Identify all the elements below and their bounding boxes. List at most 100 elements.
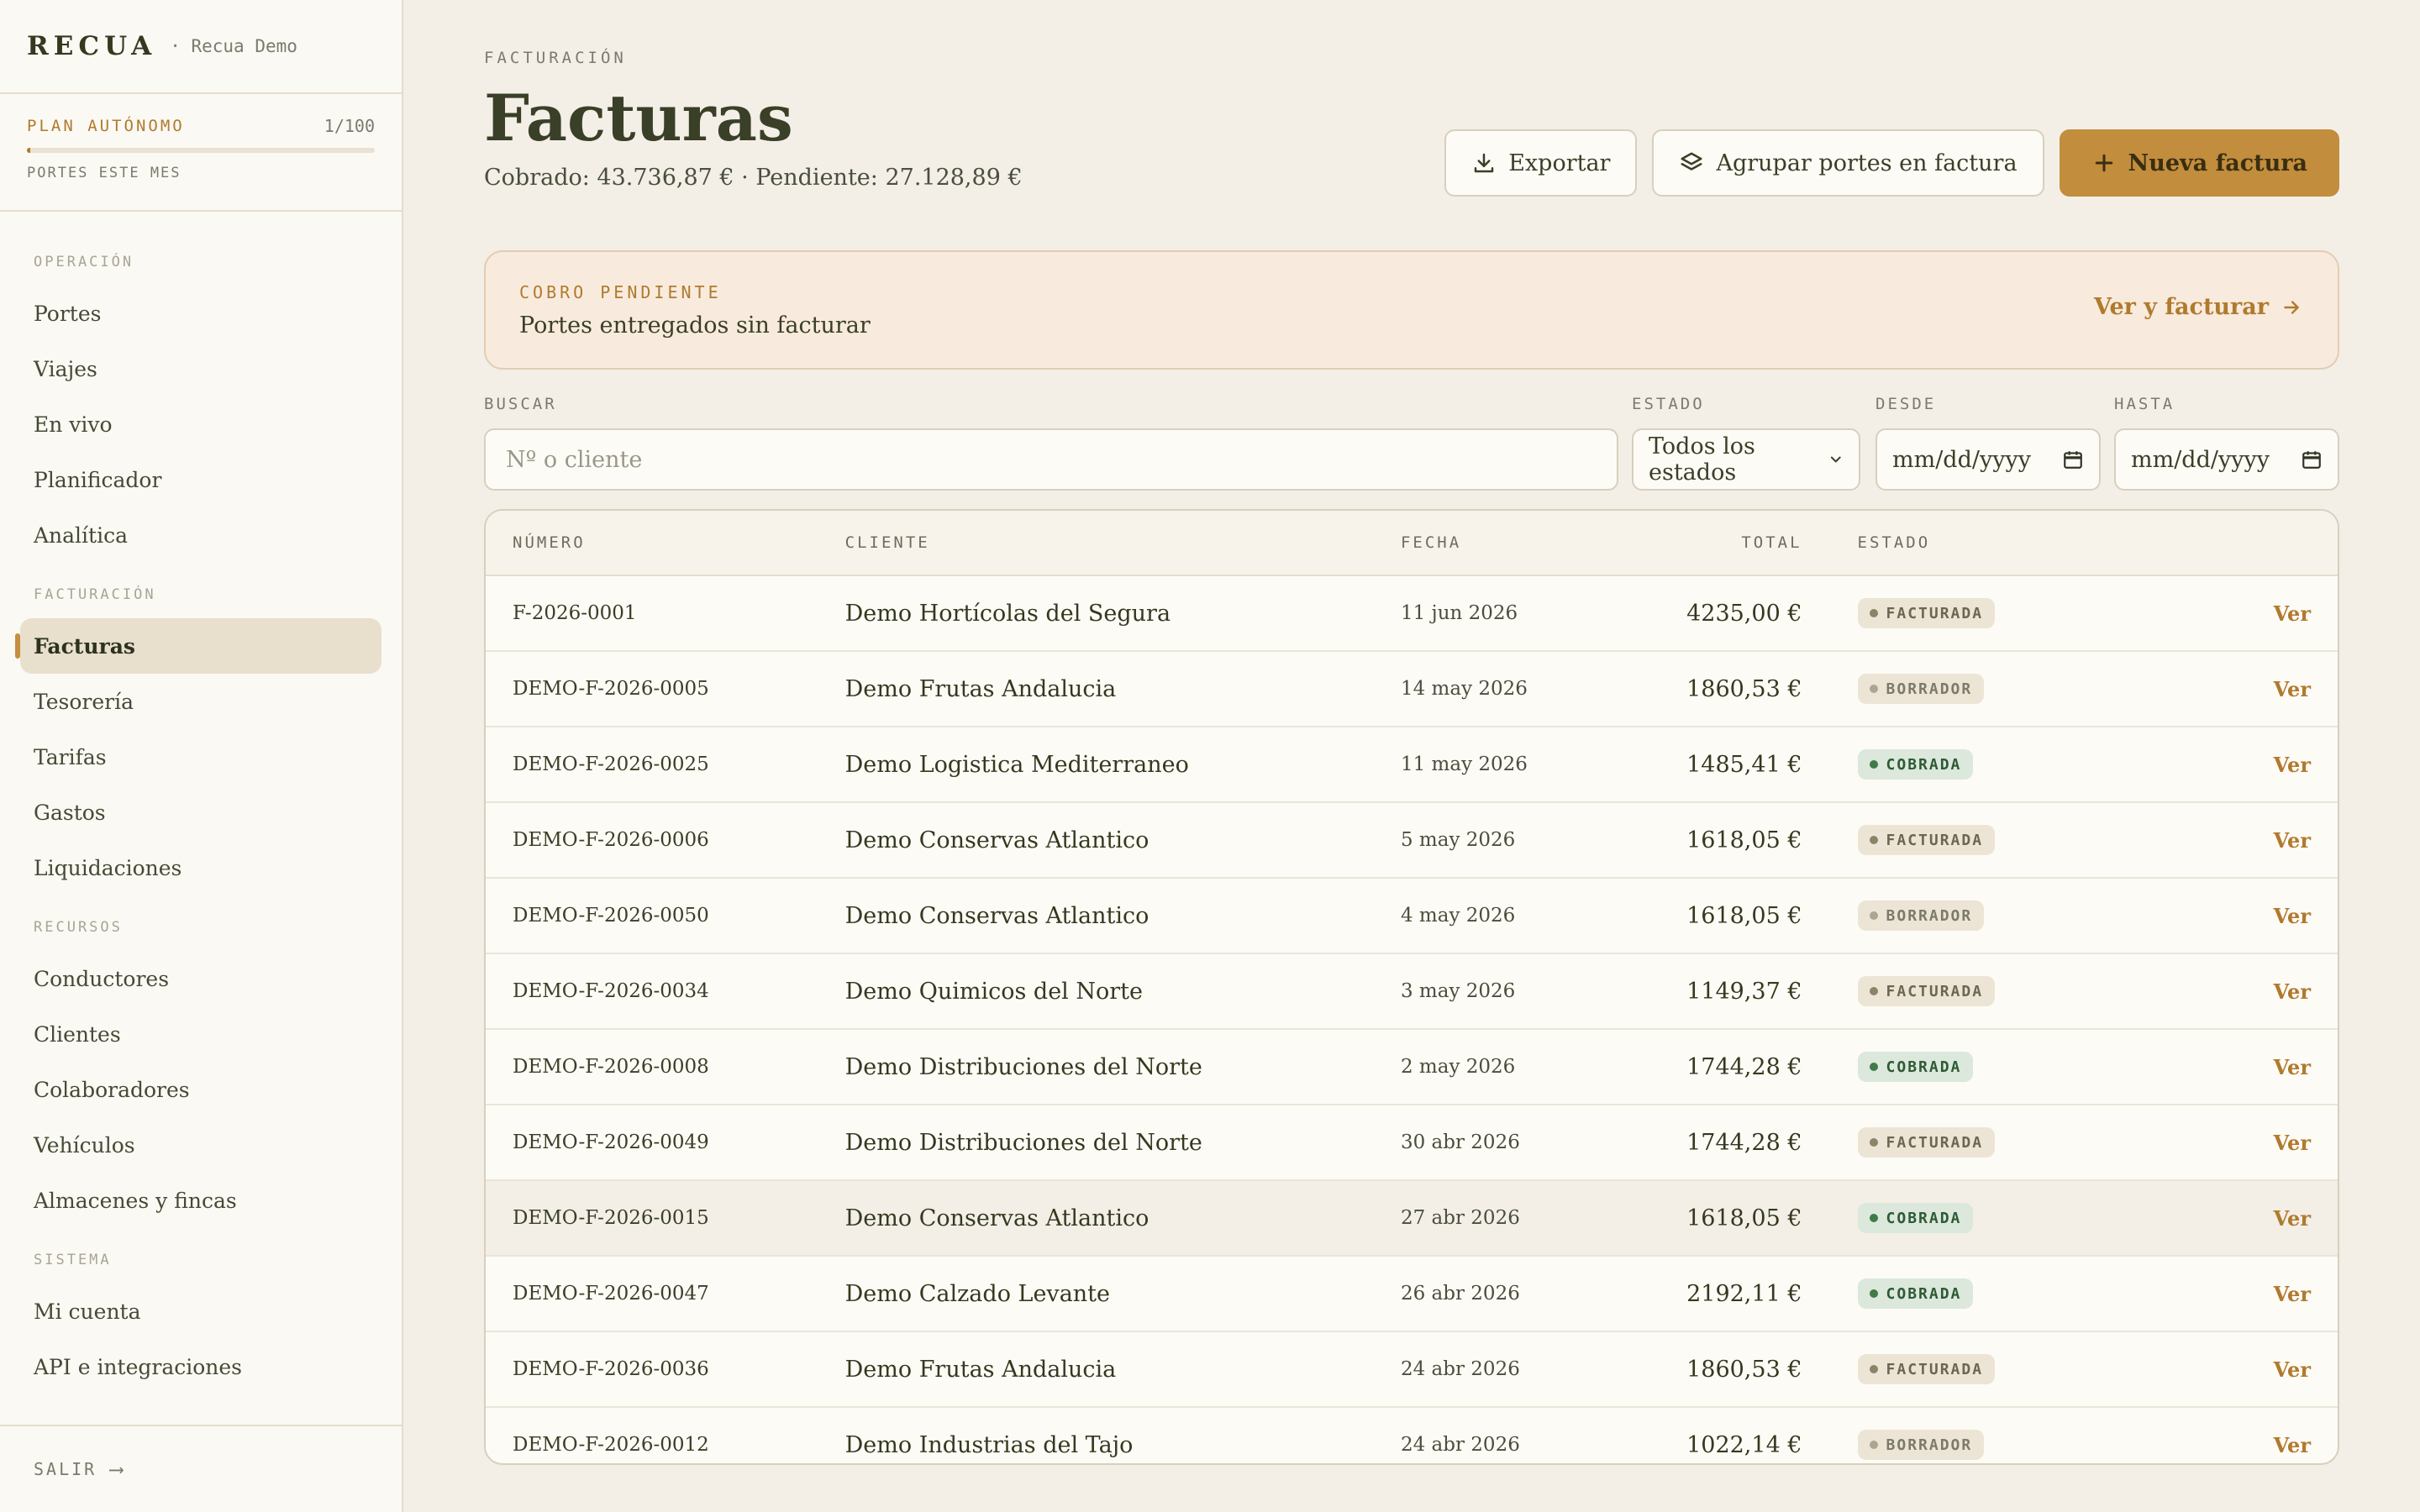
calendar-icon[interactable] [2062,449,2084,470]
status-dot-icon [1869,760,1878,769]
sidebar-item-viajes[interactable]: Viajes [0,341,402,396]
toolbar: Exportar Agrupar portes en factura Nueva… [1444,129,2339,197]
view-invoice-link[interactable]: Ver [2153,1055,2338,1079]
invoice-client: Demo Conservas Atlantico [844,902,1150,929]
invoice-number: DEMO-F-2026-0015 [513,1207,709,1229]
plan-usage: PLAN AUTÓNOMO 1/100 PORTES ESTE MES [0,94,402,212]
table-row[interactable]: DEMO-F-2026-0006 Demo Conservas Atlantic… [486,803,2338,879]
invoice-date: 2 may 2026 [1400,1056,1516,1078]
sidebar-item-api-e-integraciones[interactable]: API e integraciones [0,1339,402,1394]
to-date-input[interactable]: mm/dd/yyyy [2114,428,2339,491]
sidebar-item-liquidaciones[interactable]: Liquidaciones [0,840,402,895]
view-and-invoice-link[interactable]: Ver y facturar [2094,294,2302,320]
column-header-status[interactable]: ESTADO [1802,533,2154,552]
invoice-total: 1744,28 € [1686,1053,1802,1080]
status-dot-icon [1869,1214,1878,1222]
view-invoice-link[interactable]: Ver [2153,753,2338,777]
invoice-status-cell: FACTURADA [1802,1354,2154,1384]
view-invoice-link[interactable]: Ver [2153,1357,2338,1382]
status-badge-label: BORRADOR [1886,680,1973,698]
sidebar-item-conductores[interactable]: Conductores [0,951,402,1006]
to-date-label: HASTA [2114,395,2175,413]
export-button[interactable]: Exportar [1444,129,1638,197]
table-row[interactable]: DEMO-F-2026-0012 Demo Industrias del Taj… [486,1408,2338,1463]
table-row[interactable]: DEMO-F-2026-0015 Demo Conservas Atlantic… [486,1181,2338,1257]
sidebar-item-portes[interactable]: Portes [0,286,402,341]
payment-summary: Cobrado: 43.736,87 € · Pendiente: 27.128… [484,165,1023,191]
search-input[interactable]: Nº o cliente [484,428,1618,491]
status-dot-icon [1869,987,1878,995]
invoice-date: 24 abr 2026 [1400,1434,1520,1456]
sidebar-item-en-vivo[interactable]: En vivo [0,396,402,452]
column-header-number[interactable]: NÚMERO [486,533,845,552]
column-header-total[interactable]: TOTAL [1628,533,1802,552]
sidebar-item-analitica[interactable]: Analítica [0,507,402,563]
view-invoice-link[interactable]: Ver [2153,1131,2338,1155]
invoice-number: DEMO-F-2026-0036 [513,1358,709,1380]
plan-progress-bar [27,148,375,153]
status-dot-icon [1869,911,1878,920]
group-shipments-button[interactable]: Agrupar portes en factura [1652,129,2044,197]
invoice-status-cell: FACTURADA [1802,825,2154,855]
invoice-client: Demo Calzado Levante [844,1280,1111,1307]
table-row[interactable]: DEMO-F-2026-0049 Demo Distribuciones del… [486,1105,2338,1181]
invoice-number: DEMO-F-2026-0005 [513,678,709,700]
download-icon [1474,153,1494,173]
group-shipments-label: Agrupar portes en factura [1716,150,2018,176]
view-invoice-link[interactable]: Ver [2153,601,2338,626]
invoice-date: 24 abr 2026 [1400,1358,1520,1380]
sidebar-item-almacenes-y-fincas[interactable]: Almacenes y fincas [0,1173,402,1228]
to-date-value: mm/dd/yyyy [2131,446,2270,473]
sidebar-item-gastos[interactable]: Gastos [0,785,402,840]
view-invoice-link[interactable]: Ver [2153,1282,2338,1306]
column-header-date[interactable]: FECHA [1401,533,1628,552]
invoice-date: 30 abr 2026 [1400,1131,1520,1153]
table-row[interactable]: DEMO-F-2026-0034 Demo Quimicos del Norte… [486,954,2338,1030]
page-title: Facturas [484,81,793,155]
view-invoice-link[interactable]: Ver [2153,904,2338,928]
logout-label: SALIR [34,1459,97,1479]
sidebar-item-vehiculos[interactable]: Vehículos [0,1117,402,1173]
from-date-value: mm/dd/yyyy [1892,446,2031,473]
invoice-date: 27 abr 2026 [1400,1207,1520,1229]
invoice-date: 11 may 2026 [1400,753,1528,775]
table-row[interactable]: DEMO-F-2026-0036 Demo Frutas Andalucia 2… [486,1332,2338,1408]
new-invoice-button[interactable]: Nueva factura [2059,129,2339,197]
sidebar-item-planificador[interactable]: Planificador [0,452,402,507]
table-row[interactable]: DEMO-F-2026-0050 Demo Conservas Atlantic… [486,879,2338,954]
table-row[interactable]: F-2026-0001 Demo Hortícolas del Segura 1… [486,576,2338,652]
logout-button[interactable]: SALIR ⟶ [0,1425,402,1512]
table-row[interactable]: DEMO-F-2026-0008 Demo Distribuciones del… [486,1030,2338,1105]
sidebar-item-clientes[interactable]: Clientes [0,1006,402,1062]
calendar-icon[interactable] [2301,449,2323,470]
status-badge: FACTURADA [1857,976,1996,1006]
view-invoice-link[interactable]: Ver [2153,677,2338,701]
brand-logo[interactable]: RECUA [27,31,156,61]
sidebar-item-facturas[interactable]: Facturas [15,618,381,674]
sidebar-item-colaboradores[interactable]: Colaboradores [0,1062,402,1117]
sidebar-item-tesoreria[interactable]: Tesorería [0,674,402,729]
status-dot-icon [1869,836,1878,844]
status-dot-icon [1869,1063,1878,1071]
status-badge: COBRADA [1857,749,1974,780]
view-invoice-link[interactable]: Ver [2153,979,2338,1004]
view-invoice-link[interactable]: Ver [2153,1206,2338,1231]
status-badge: BORRADOR [1857,900,1985,931]
invoice-client: Demo Industrias del Tajo [844,1431,1134,1458]
status-badge: FACTURADA [1857,1127,1996,1158]
from-date-input[interactable]: mm/dd/yyyy [1876,428,2101,491]
table-row[interactable]: DEMO-F-2026-0005 Demo Frutas Andalucia 1… [486,652,2338,727]
status-select[interactable]: Todos los estados [1632,428,1860,491]
invoice-number: F-2026-0001 [513,602,637,624]
table-row[interactable]: DEMO-F-2026-0047 Demo Calzado Levante 26… [486,1257,2338,1332]
column-header-client[interactable]: CLIENTE [845,533,1401,552]
view-invoice-link[interactable]: Ver [2153,828,2338,853]
invoice-number: DEMO-F-2026-0008 [513,1056,709,1078]
sidebar-item-mi-cuenta[interactable]: Mi cuenta [0,1284,402,1339]
view-invoice-link[interactable]: Ver [2153,1433,2338,1457]
table-row[interactable]: DEMO-F-2026-0025 Demo Logistica Mediterr… [486,727,2338,803]
invoice-status-cell: FACTURADA [1802,1127,2154,1158]
sidebar-item-tarifas[interactable]: Tarifas [0,729,402,785]
invoice-date: 3 may 2026 [1400,980,1516,1002]
invoice-total: 1860,53 € [1686,1356,1802,1383]
